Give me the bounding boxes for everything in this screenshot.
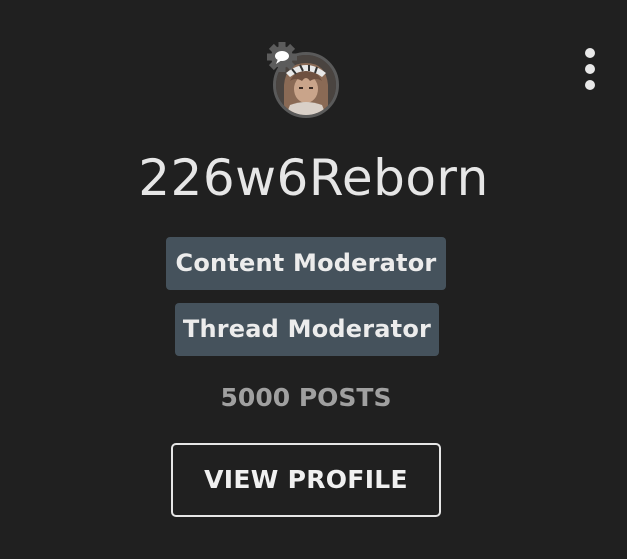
more-options-button[interactable] [576, 48, 604, 94]
more-vertical-icon [585, 48, 595, 58]
profile-card: 226w6Reborn Content Moderator Thread Mod… [0, 0, 627, 559]
role-badge-content-moderator: Content Moderator [166, 237, 446, 290]
username: 226w6Reborn [138, 149, 489, 207]
role-badge-thread-moderator: Thread Moderator [175, 303, 439, 356]
view-profile-button[interactable]: VIEW PROFILE [171, 443, 441, 517]
chat-bubble-icon [267, 42, 297, 72]
post-count: 5000 POSTS [220, 383, 392, 412]
